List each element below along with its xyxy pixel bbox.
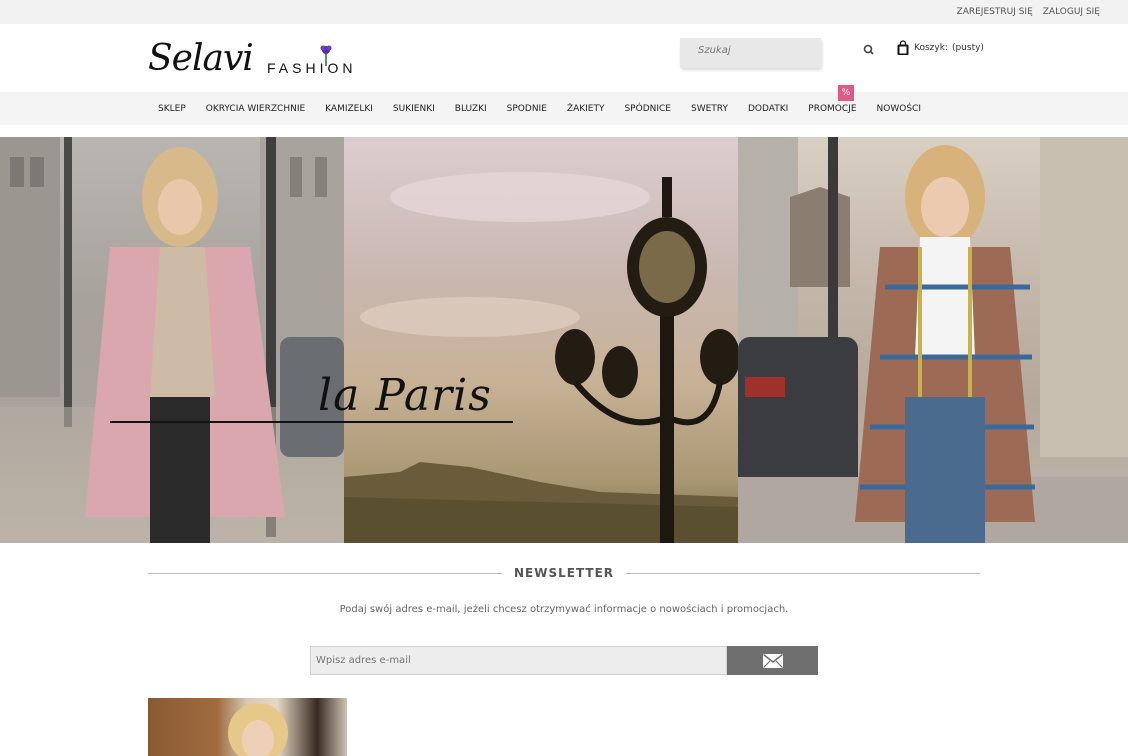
- envelope-icon: [762, 653, 783, 668]
- newsletter-submit-button[interactable]: [727, 646, 818, 675]
- nav-item-sklep[interactable]: Sklep: [148, 104, 196, 114]
- nav-item-okrycia-wierzchnie[interactable]: Okrycia wierzchnie: [196, 104, 315, 114]
- newsletter-title: NEWSLETTER: [513, 566, 615, 580]
- newsletter-form: [310, 646, 818, 675]
- nav-item-zakiety[interactable]: Żakiety: [557, 104, 615, 114]
- logo-fashion-text: FASHION: [267, 60, 357, 76]
- newsletter-email-input[interactable]: [310, 646, 727, 675]
- search-icon[interactable]: [860, 41, 878, 59]
- shopping-bag-icon: [897, 40, 909, 55]
- divider: [148, 572, 502, 574]
- nav-item-promocje[interactable]: Promocje: [798, 104, 866, 114]
- login-link[interactable]: Zaloguj się: [1043, 7, 1100, 17]
- logo-script-text: Selavi: [148, 38, 254, 79]
- nav-item-bluzki[interactable]: Bluzki: [445, 104, 497, 114]
- hero-banner[interactable]: la Paris: [0, 137, 1128, 543]
- main-navigation: Sklep Okrycia wierzchnie Kamizelki Sukie…: [0, 85, 1128, 125]
- promo-badge: %: [838, 85, 854, 101]
- search-input[interactable]: [680, 39, 821, 62]
- nav-item-sukienki[interactable]: Sukienki: [383, 104, 445, 114]
- cart-label: Koszyk:: [914, 43, 948, 53]
- product-thumbnail[interactable]: [148, 698, 347, 756]
- header: Selavi FASHION Koszyk: (pusty): [0, 24, 1128, 92]
- nav-item-spodnie[interactable]: Spodnie: [497, 104, 557, 114]
- cart-status: (pusty): [951, 43, 984, 53]
- hero-underline: [110, 421, 513, 423]
- register-link[interactable]: Zarejestruj się: [957, 7, 1033, 17]
- flower-icon: [320, 45, 332, 66]
- product-thumbnail-image: [228, 703, 288, 756]
- nav-item-dodatki[interactable]: Dodatki: [738, 104, 798, 114]
- nav-item-kamizelki[interactable]: Kamizelki: [315, 104, 383, 114]
- top-bar: Zarejestruj się Zaloguj się: [0, 0, 1128, 24]
- nav-item-spodnice[interactable]: Spódnice: [614, 104, 681, 114]
- hero-title: la Paris: [318, 370, 492, 421]
- cart-link[interactable]: Koszyk: (pusty): [896, 40, 984, 56]
- newsletter-header: NEWSLETTER: [148, 566, 981, 580]
- site-logo[interactable]: Selavi FASHION: [148, 38, 363, 80]
- nav-item-swetry[interactable]: Swetry: [681, 104, 738, 114]
- nav-item-nowosci[interactable]: Nowości: [867, 104, 931, 114]
- newsletter-description: Podaj swój adres e-mail, jeżeli chcesz o…: [339, 604, 789, 615]
- divider: [626, 572, 981, 574]
- search-box: [680, 38, 821, 68]
- newsletter-section: NEWSLETTER Podaj swój adres e-mail, jeże…: [148, 566, 981, 675]
- hero-illustration: [0, 137, 1128, 543]
